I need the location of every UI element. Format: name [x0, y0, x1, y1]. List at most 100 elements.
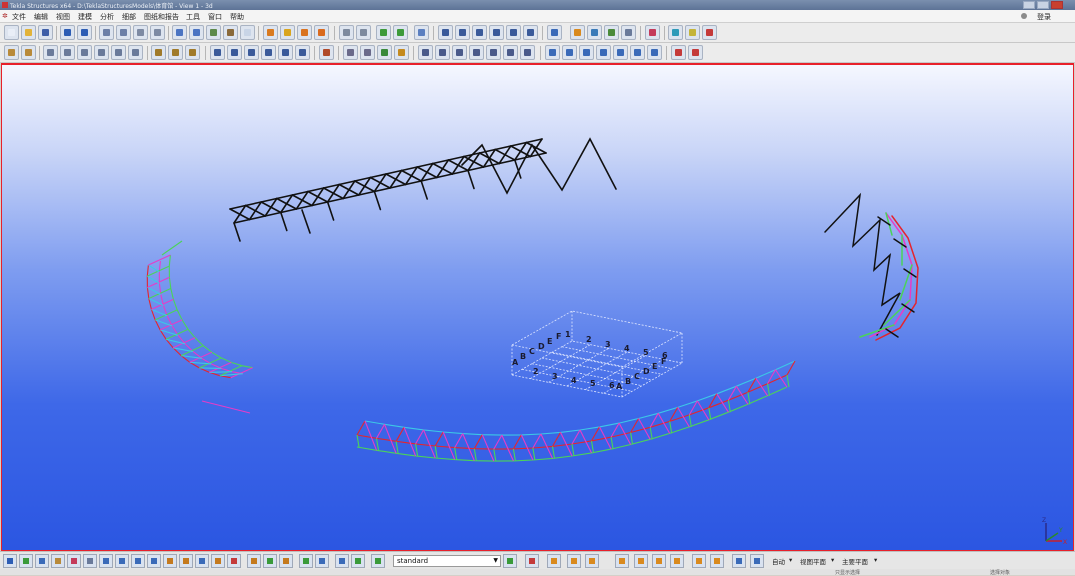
- snap-plane-icon[interactable]: [634, 554, 648, 568]
- select-cuts-icon[interactable]: [147, 554, 161, 568]
- curved-concrete-beam-icon[interactable]: [261, 45, 276, 60]
- paste-icon[interactable]: [116, 25, 131, 40]
- close-button[interactable]: [1051, 1, 1063, 9]
- snap-line-extension-icon[interactable]: [351, 554, 365, 568]
- weld-tool-icon[interactable]: [418, 45, 433, 60]
- open-model-icon[interactable]: [21, 25, 36, 40]
- load-icon[interactable]: [630, 45, 645, 60]
- filter-settings-icon[interactable]: [503, 554, 517, 568]
- snap-perpendicular-icon[interactable]: [335, 554, 349, 568]
- redo-icon[interactable]: [77, 25, 92, 40]
- connection-icon[interactable]: [547, 25, 562, 40]
- catalog-icon[interactable]: [150, 25, 165, 40]
- select-surface-icon[interactable]: [35, 554, 49, 568]
- drawing-list-icon[interactable]: [263, 25, 278, 40]
- line-tool-icon[interactable]: [671, 45, 686, 60]
- maximize-button[interactable]: [1037, 1, 1049, 9]
- bolt-icon[interactable]: [604, 25, 619, 40]
- weld-icon[interactable]: [587, 25, 602, 40]
- distance-icon[interactable]: [647, 45, 662, 60]
- select-all-icon[interactable]: [3, 554, 17, 568]
- snap-endpoint-icon[interactable]: [263, 554, 277, 568]
- select-reference-icon[interactable]: [115, 554, 129, 568]
- snap-circle-icon[interactable]: [585, 554, 599, 568]
- menu-modeling[interactable]: 建模: [78, 12, 92, 22]
- save-model-icon[interactable]: [38, 25, 53, 40]
- construction-circle-icon[interactable]: [579, 45, 594, 60]
- concrete-column-icon[interactable]: [4, 45, 19, 60]
- part-cut-tool-icon[interactable]: [360, 45, 375, 60]
- create-view-icon[interactable]: [172, 25, 187, 40]
- zoom-window-icon[interactable]: [240, 25, 255, 40]
- snap-midpoint-icon[interactable]: [299, 554, 313, 568]
- select-bolts-icon[interactable]: [131, 554, 145, 568]
- pad-footing-icon[interactable]: [151, 45, 166, 60]
- render-mode-icon[interactable]: [750, 554, 764, 568]
- snap-triangle-icon[interactable]: [615, 554, 629, 568]
- contour-plate-icon[interactable]: [111, 45, 126, 60]
- phase-manager-icon[interactable]: [393, 25, 408, 40]
- select-grids-icon[interactable]: [99, 554, 113, 568]
- work-plane-label[interactable]: 主要平面: [842, 556, 868, 566]
- reference-icon[interactable]: [613, 45, 628, 60]
- menu-view[interactable]: 视图: [56, 12, 70, 22]
- copy-icon[interactable]: [99, 25, 114, 40]
- snap-center-icon[interactable]: [279, 554, 293, 568]
- report-icon[interactable]: [297, 25, 312, 40]
- folded-plate-icon[interactable]: [128, 45, 143, 60]
- chevron-down-icon[interactable]: ▾: [831, 556, 834, 564]
- login-button[interactable]: 登录: [1037, 12, 1051, 22]
- snap-intersection-icon[interactable]: [315, 554, 329, 568]
- polybeam-tool-icon[interactable]: [77, 45, 92, 60]
- concrete-slab-icon[interactable]: [278, 45, 293, 60]
- beam-frame-icon[interactable]: [438, 25, 453, 40]
- new-model-icon[interactable]: [4, 25, 19, 40]
- curved-beam-icon[interactable]: [506, 25, 521, 40]
- item-icon[interactable]: [295, 45, 310, 60]
- create-drawing-icon[interactable]: [280, 25, 295, 40]
- organizer-icon[interactable]: [356, 25, 371, 40]
- select-objects-icon[interactable]: [227, 554, 241, 568]
- minimize-button[interactable]: [1023, 1, 1035, 9]
- assembly-icon[interactable]: [486, 45, 501, 60]
- construction-line-icon[interactable]: [562, 45, 577, 60]
- fitting-icon[interactable]: [319, 45, 334, 60]
- snap-square-icon[interactable]: [567, 554, 581, 568]
- undo-icon[interactable]: [60, 25, 75, 40]
- numbering-icon[interactable]: [314, 25, 329, 40]
- cast-unit-icon[interactable]: [503, 45, 518, 60]
- steel-beam-icon[interactable]: [60, 45, 75, 60]
- tekla-online-icon[interactable]: [702, 25, 717, 40]
- check-icon[interactable]: [670, 554, 684, 568]
- menu-analysis[interactable]: 分析: [100, 12, 114, 22]
- snap-edge-icon[interactable]: [652, 554, 666, 568]
- snap-points-icon[interactable]: [247, 554, 261, 568]
- concrete-beam-icon[interactable]: [210, 45, 225, 60]
- menu-edit[interactable]: 编辑: [34, 12, 48, 22]
- strip-footing-icon[interactable]: [168, 45, 183, 60]
- select-parts-icon[interactable]: [19, 554, 33, 568]
- model-sharing-icon[interactable]: [668, 25, 683, 40]
- circle-tool-icon[interactable]: [688, 45, 703, 60]
- drag-drop-icon[interactable]: [710, 554, 724, 568]
- snap-grid-icon[interactable]: [547, 554, 561, 568]
- clash-check-icon[interactable]: [339, 25, 354, 40]
- pointer-icon[interactable]: [525, 554, 539, 568]
- menu-help[interactable]: 帮助: [230, 12, 244, 22]
- part-cut-icon[interactable]: [621, 25, 636, 40]
- smart-select-icon[interactable]: [692, 554, 706, 568]
- help-icon[interactable]: [685, 25, 700, 40]
- polybeam-icon[interactable]: [489, 25, 504, 40]
- polygon-cut-icon[interactable]: [377, 45, 392, 60]
- auto-label[interactable]: 自动: [772, 556, 785, 566]
- slab-icon[interactable]: [185, 45, 200, 60]
- column-frame-icon[interactable]: [455, 25, 470, 40]
- menu-tools[interactable]: 工具: [186, 12, 200, 22]
- snap-icon[interactable]: [376, 25, 391, 40]
- brace-icon[interactable]: [472, 25, 487, 40]
- view-list-icon[interactable]: [189, 25, 204, 40]
- select-rebars-icon[interactable]: [211, 554, 225, 568]
- view-plane-label[interactable]: 视图平面: [800, 556, 826, 566]
- twin-profile-icon[interactable]: [94, 45, 109, 60]
- concrete-footing-icon[interactable]: [21, 45, 36, 60]
